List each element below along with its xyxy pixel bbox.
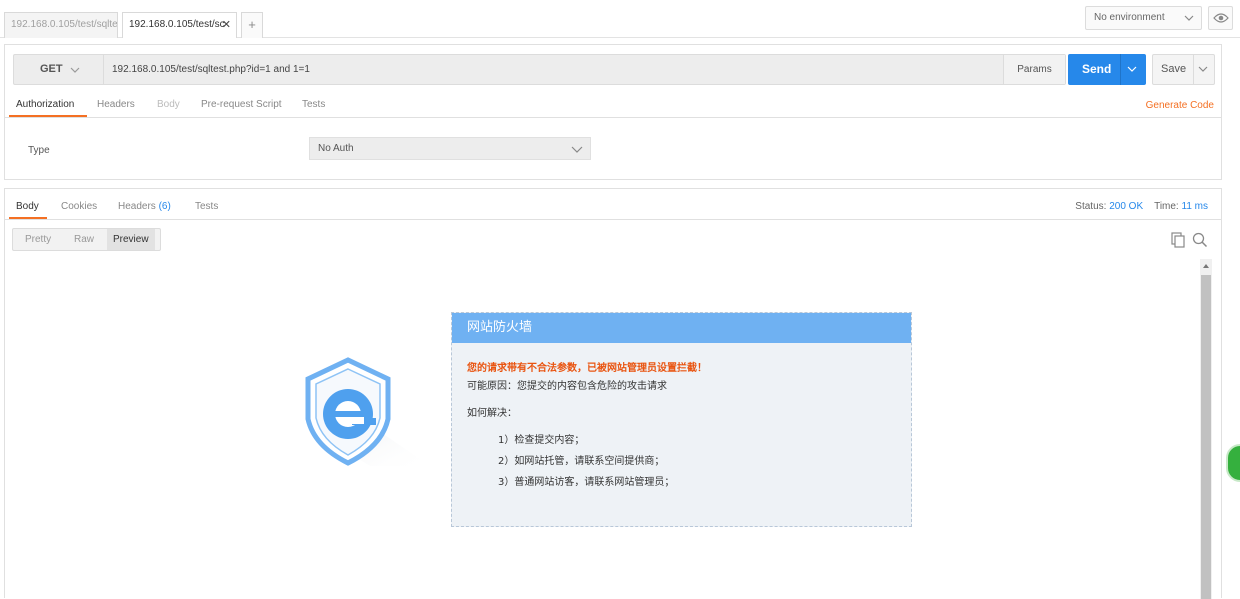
tab-response-headers-label: Headers [118,201,156,212]
chevron-down-icon [1184,15,1194,21]
request-tab-label: 192.168.0.105/test/sc [129,19,225,30]
save-button[interactable]: Save [1152,54,1215,85]
save-button-label: Save [1161,63,1187,75]
environment-select[interactable]: No environment [1085,6,1202,30]
floating-widget-button[interactable] [1226,444,1240,482]
list-item: 2）如网站托管，请联系空间提供商； [498,456,665,467]
generate-code-link[interactable]: Generate Code [1146,100,1214,111]
scrollbar-thumb[interactable] [1201,275,1211,599]
list-item: 3）普通网站访客，请联系网站管理员； [498,477,675,488]
params-button[interactable]: Params [1003,55,1065,84]
tab-pre-request-script[interactable]: Pre-request Script [201,99,282,110]
url-input[interactable]: 192.168.0.105/test/sqltest.php?id=1 and … [112,55,310,84]
firewall-warning: 您的请求带有不合法参数，已被网站管理员设置拦截！ [467,363,707,374]
active-tab-indicator [9,217,47,219]
copy-icon[interactable] [1171,232,1185,248]
chevron-down-icon[interactable] [1197,63,1209,75]
method-select[interactable]: GET [14,55,104,84]
search-icon[interactable] [1192,232,1208,248]
tab-authorization[interactable]: Authorization [16,99,74,110]
firewall-notice: 网站防火墙 您的请求带有不合法参数，已被网站管理员设置拦截！ 可能原因：您提交的… [451,312,912,527]
url-bar: GET 192.168.0.105/test/sqltest.php?id=1 … [13,54,1066,85]
chevron-down-icon [70,67,80,73]
divider [1193,55,1194,84]
request-tab-active[interactable]: 192.168.0.105/test/sc ✕ [122,12,237,38]
tab-response-tests[interactable]: Tests [195,201,218,212]
view-mode-toggle: Pretty Raw Preview [12,228,161,251]
request-tab-bar: 192.168.0.105/test/sqlte 192.168.0.105/t… [0,0,1240,38]
time-label: Time: [1154,201,1179,212]
request-tabs: Authorization Headers Body Pre-request S… [5,95,1221,118]
method-value: GET [40,63,63,75]
auth-type-value: No Auth [318,143,354,154]
firewall-steps: 1）检查提交内容； 2）如网站托管，请联系空间提供商； 3）普通网站访客，请联系… [467,431,911,488]
new-tab-button[interactable]: + [241,12,263,38]
firewall-title: 网站防火墙 [452,313,911,343]
response-meta: Status: 200 OK Time: 11 ms [1075,201,1208,212]
list-item: 1）检查提交内容； [498,435,585,446]
tab-headers[interactable]: Headers [97,99,135,110]
status-label: Status: [1075,201,1107,212]
request-panel: GET 192.168.0.105/test/sqltest.php?id=1 … [4,44,1222,180]
headers-count-badge: (6) [158,201,171,212]
request-tab-label: 192.168.0.105/test/sqlte [11,19,118,30]
close-icon[interactable]: ✕ [222,13,231,37]
time-value: 11 ms [1181,201,1209,212]
tab-tests[interactable]: Tests [302,99,325,110]
request-tab[interactable]: 192.168.0.105/test/sqlte [4,12,118,38]
send-button[interactable]: Send [1068,54,1146,85]
response-tabs: Body Cookies Headers (6) Tests Status: 2… [5,189,1221,220]
firewall-how-to-solve: 如何解决： [467,408,517,419]
divider [1120,54,1121,85]
environment-quick-look-button[interactable] [1208,6,1233,30]
tab-cookies[interactable]: Cookies [61,201,97,212]
auth-type-select[interactable]: No Auth [309,137,591,160]
chevron-down-icon[interactable] [1126,63,1138,75]
view-preview[interactable]: Preview [107,229,155,250]
view-raw[interactable]: Raw [68,229,100,250]
eye-icon [1213,13,1229,23]
tab-response-headers[interactable]: Headers (6) [118,201,171,212]
send-button-label: Send [1082,62,1112,76]
preview-scrollbar[interactable] [1200,259,1212,599]
tab-body[interactable]: Body [157,99,180,110]
firewall-reason: 可能原因：您提交的内容包含危险的攻击请求 [467,381,667,392]
environment-select-value: No environment [1094,12,1165,23]
active-tab-indicator [9,115,87,117]
firewall-shield-logo [305,357,430,466]
chevron-down-icon [571,146,583,153]
view-pretty[interactable]: Pretty [19,229,57,250]
tab-response-body[interactable]: Body [16,201,39,212]
status-value: 200 OK [1109,201,1144,212]
scroll-up-icon[interactable] [1202,262,1210,270]
auth-type-label: Type [28,145,50,156]
